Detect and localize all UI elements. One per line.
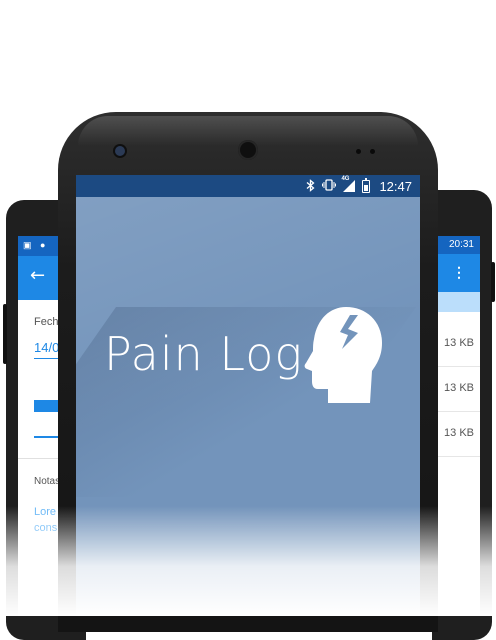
date-label: Fech <box>34 316 59 328</box>
file-size: 13 KB <box>444 382 474 394</box>
light-sensor <box>370 149 375 154</box>
list-item[interactable]: 13 KB <box>436 322 480 367</box>
right-status-time: 20:31 <box>436 236 480 254</box>
file-size: 13 KB <box>444 337 474 349</box>
status-bar: 4G 12:47 <box>76 175 420 197</box>
battery-icon <box>362 177 371 193</box>
list-header <box>436 292 480 312</box>
splash-screen: Pain Log <box>76 197 420 616</box>
side-button <box>491 262 495 302</box>
earpiece-speaker-icon <box>238 140 258 160</box>
right-app-bar: ⋮ <box>436 254 480 292</box>
app-title: Pain Log <box>104 327 303 381</box>
android-icon: ● <box>40 240 46 250</box>
bluetooth-icon <box>306 178 315 194</box>
image-icon: ▣ <box>23 240 32 250</box>
back-arrow-icon[interactable]: ← <box>30 266 45 286</box>
signal-icon: 4G <box>341 176 356 192</box>
vibrate-icon <box>322 179 337 193</box>
head-lightning-icon <box>304 307 382 403</box>
status-time: 12:47 <box>379 178 412 194</box>
notes-label: Notas <box>34 476 61 487</box>
list-item[interactable]: 13 KB <box>436 367 480 412</box>
side-button <box>3 304 7 364</box>
network-type: 4G <box>341 176 350 182</box>
right-phone-screen: 20:31 ⋮ 13 KB 13 KB 13 KB <box>436 236 480 616</box>
front-camera-icon <box>115 146 125 156</box>
date-field[interactable]: 14/0 <box>34 340 59 355</box>
list-item[interactable]: 13 KB <box>436 412 480 457</box>
file-size: 13 KB <box>444 427 474 439</box>
proximity-sensor <box>356 149 361 154</box>
overflow-menu-icon[interactable]: ⋮ <box>452 264 466 280</box>
front-phone-screen: 4G 12:47 Pain Log <box>76 175 420 616</box>
